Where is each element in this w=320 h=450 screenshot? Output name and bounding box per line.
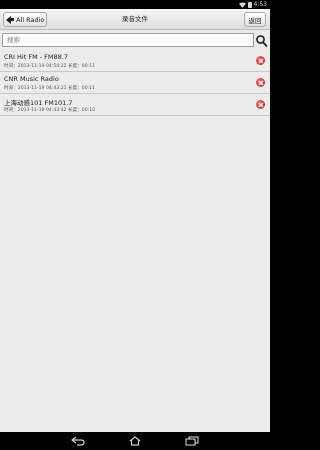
list-item[interactable]: CNR Music Radio 时间：2013-11-19 04:43:21 长… bbox=[0, 72, 270, 94]
search-bar bbox=[0, 31, 270, 49]
nav-recents-button[interactable] bbox=[185, 436, 199, 446]
recording-name: 上海动感101 FM101.7 bbox=[4, 99, 73, 107]
all-radio-label: All Radio bbox=[16, 15, 45, 24]
list-item[interactable]: 上海动感101 FM101.7 时间：2013-11-19 04:43:42 长… bbox=[0, 94, 270, 116]
recording-name: CNR Music Radio bbox=[4, 75, 59, 83]
list-item[interactable]: CRI Hit FM - FM88.7 时间：2013-11-19 04:54:… bbox=[0, 50, 270, 72]
recording-meta: 时间：2013-11-19 04:43:21 长度：00:11 bbox=[4, 86, 96, 91]
return-button[interactable]: 返回 bbox=[244, 12, 266, 27]
status-icons: 4:53 bbox=[238, 0, 267, 9]
back-arrow-shaft bbox=[11, 18, 14, 21]
recording-meta: 时间：2013-11-19 04:43:42 长度：00:10 bbox=[4, 108, 96, 113]
delete-icon bbox=[258, 58, 263, 63]
wifi-icon bbox=[238, 2, 246, 8]
nav-back-icon bbox=[71, 436, 85, 446]
header: 录音文件 All Radio 返回 bbox=[0, 9, 270, 30]
recording-name: CRI Hit FM - FM88.7 bbox=[4, 53, 68, 61]
search-icon bbox=[256, 35, 268, 47]
delete-icon bbox=[258, 80, 263, 85]
delete-button[interactable] bbox=[256, 78, 265, 87]
nav-home-icon bbox=[129, 436, 141, 446]
nav-back-button[interactable] bbox=[71, 436, 85, 446]
delete-button[interactable] bbox=[256, 100, 265, 109]
all-radio-button[interactable]: All Radio bbox=[3, 12, 47, 27]
recording-list: CRI Hit FM - FM88.7 时间：2013-11-19 04:54:… bbox=[0, 50, 270, 116]
screen: 4:53 录音文件 All Radio 返回 CRI Hit FM - FM88… bbox=[0, 0, 270, 450]
status-time: 4:53 bbox=[253, 1, 267, 8]
status-bar: 4:53 bbox=[0, 0, 270, 9]
delete-button[interactable] bbox=[256, 56, 265, 65]
search-button[interactable] bbox=[255, 33, 268, 47]
battery-icon bbox=[247, 1, 252, 8]
nav-home-button[interactable] bbox=[128, 436, 142, 446]
nav-recents-icon bbox=[185, 436, 199, 446]
recording-meta: 时间：2013-11-19 04:54:22 长度：00:11 bbox=[4, 64, 96, 69]
search-input[interactable] bbox=[2, 33, 254, 47]
navigation-bar bbox=[0, 432, 270, 450]
delete-icon bbox=[258, 102, 263, 107]
